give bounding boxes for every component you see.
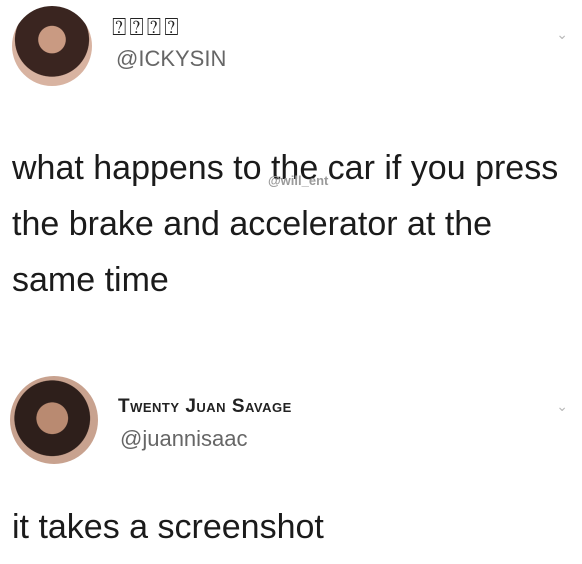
user-handle[interactable]: @ICKYSIN bbox=[116, 46, 226, 72]
watermark: @will_ent bbox=[268, 173, 329, 188]
display-name[interactable]: Twenty Juan Savage bbox=[118, 396, 292, 418]
display-name[interactable]: ⍰⍰⍰⍰ bbox=[112, 14, 182, 42]
chevron-down-icon[interactable]: ⌄ bbox=[556, 26, 568, 43]
avatar[interactable] bbox=[12, 6, 92, 86]
tweet-text: what happens to the car if you press the… bbox=[12, 149, 559, 299]
chevron-down-icon[interactable]: ⌄ bbox=[556, 398, 568, 415]
tweet-text: it takes a screenshot bbox=[12, 508, 324, 546]
reply-tweet-card: Twenty Juan Savage @juannisaac ⌄ it take… bbox=[0, 360, 582, 564]
avatar[interactable] bbox=[10, 376, 98, 464]
user-handle[interactable]: @juannisaac bbox=[120, 426, 248, 452]
tweet-card: ⍰⍰⍰⍰ @ICKYSIN ⌄ what happens to the car … bbox=[0, 0, 582, 330]
